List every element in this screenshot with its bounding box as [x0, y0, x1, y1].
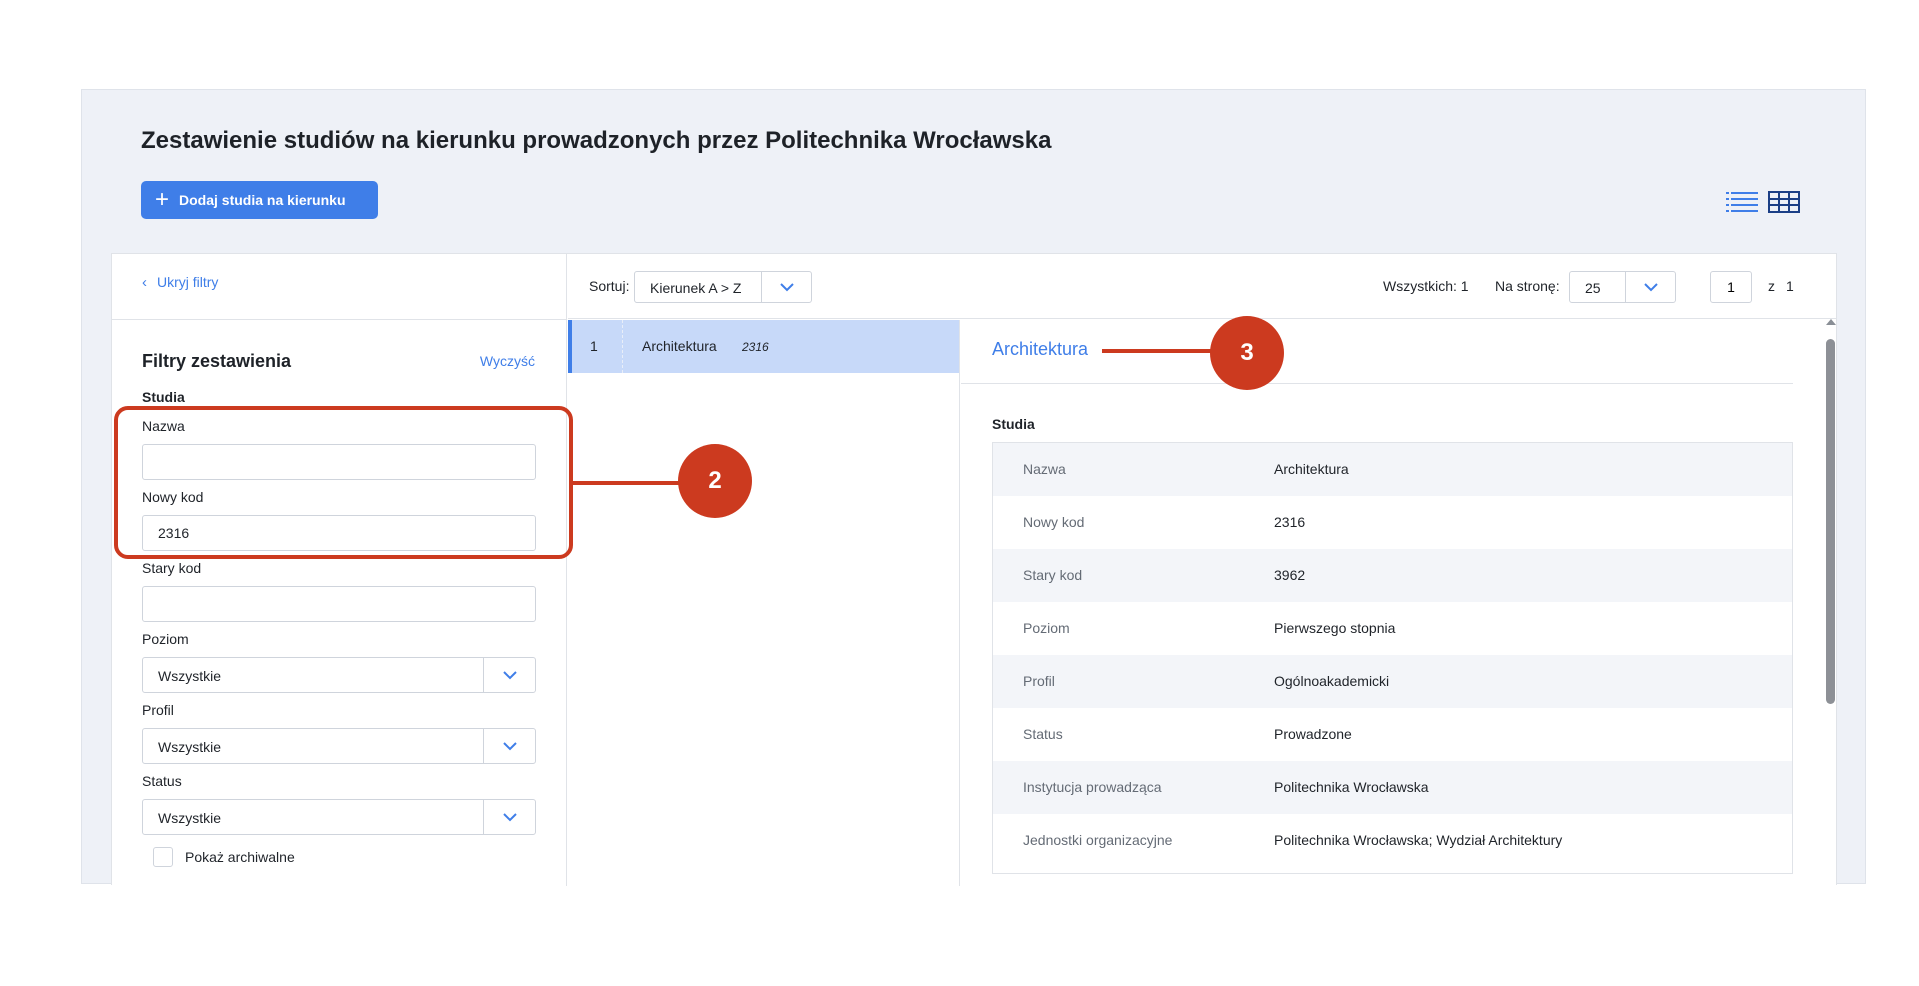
detail-scrollbar[interactable] — [1824, 319, 1838, 882]
filter-panel: ‹ Ukryj filtry Filtry zestawienia Wyczyś… — [112, 254, 567, 886]
profile-label: Profil — [142, 702, 174, 718]
profile-select[interactable]: Wszystkie — [142, 728, 536, 764]
detail-section-label: Studia — [992, 416, 1035, 432]
chevron-down-icon — [779, 283, 794, 292]
status-select-toggle[interactable] — [483, 800, 535, 834]
clear-filters-link[interactable]: Wyczyść — [480, 353, 535, 369]
show-archived-label: Pokaż archiwalne — [185, 849, 295, 865]
list-view-toggle[interactable] — [1725, 190, 1759, 214]
detail-value: 2316 — [1274, 514, 1306, 530]
checkbox-box[interactable] — [153, 847, 173, 867]
detail-row: Profil Ogólnoakademicki — [993, 655, 1792, 708]
detail-key: Status — [1023, 726, 1063, 742]
detail-key: Instytucja prowadząca — [1023, 779, 1162, 795]
detail-title: Architektura — [992, 339, 1089, 359]
level-select[interactable]: Wszystkie — [142, 657, 536, 693]
list-item-code: 2316 — [742, 340, 769, 354]
detail-row: Poziom Pierwszego stopnia — [993, 602, 1792, 655]
detail-key: Nazwa — [1023, 461, 1066, 477]
chevron-left-icon: ‹ — [142, 273, 147, 291]
detail-key: Profil — [1023, 673, 1055, 689]
status-select-value: Wszystkie — [158, 810, 221, 826]
page-number-input[interactable] — [1710, 271, 1752, 303]
detail-value: Politechnika Wrocławska — [1274, 779, 1429, 795]
detail-value: 3962 — [1274, 567, 1306, 583]
per-page-value: 25 — [1585, 280, 1601, 296]
callout-connector-3 — [1102, 349, 1214, 353]
list-view-icon — [1726, 192, 1758, 212]
page-of-label: z — [1768, 278, 1775, 294]
show-archived-checkbox[interactable]: Pokaż archiwalne — [153, 847, 295, 867]
detail-value: Pierwszego stopnia — [1274, 620, 1396, 636]
per-page-select[interactable]: 25 — [1569, 271, 1676, 303]
callout-connector-2 — [573, 481, 683, 485]
hide-filters-label: Ukryj filtry — [157, 274, 219, 290]
old-code-label: Stary kod — [142, 560, 202, 576]
chevron-down-icon — [502, 742, 517, 751]
page-total: 1 — [1786, 278, 1794, 294]
callout-highlight-box — [114, 406, 573, 559]
per-page-toggle[interactable] — [1625, 272, 1675, 302]
old-code-input[interactable] — [142, 586, 536, 622]
detail-key: Poziom — [1023, 620, 1070, 636]
scroll-up-arrow-icon[interactable] — [1826, 319, 1836, 325]
add-study-button-label: Dodaj studia na kierunku — [179, 192, 346, 208]
page-title: Zestawienie studiów na kierunku prowadzo… — [141, 127, 1052, 154]
filters-title: Filtry zestawienia — [142, 351, 292, 371]
list-item-name: Architektura — [642, 338, 717, 354]
main-panel: ‹ Ukryj filtry Filtry zestawienia Wyczyś… — [111, 253, 1837, 886]
table-view-icon — [1768, 191, 1800, 213]
detail-value: Architektura — [1274, 461, 1349, 477]
scrollbar-thumb[interactable] — [1826, 339, 1835, 704]
status-select[interactable]: Wszystkie — [142, 799, 536, 835]
add-study-button[interactable]: + Dodaj studia na kierunku — [141, 181, 378, 219]
list-item-number: 1 — [590, 338, 598, 354]
level-select-toggle[interactable] — [483, 658, 535, 692]
detail-row: Nazwa Architektura — [993, 443, 1792, 496]
detail-row: Jednostki organizacyjne Politechnika Wro… — [993, 814, 1792, 867]
detail-value: Politechnika Wrocławska; Wydział Archite… — [1274, 832, 1563, 848]
profile-select-value: Wszystkie — [158, 739, 221, 755]
detail-panel: Architektura Studia Nazwa Architektura N… — [961, 320, 1836, 886]
detail-table: Nazwa Architektura Nowy kod 2316 Stary k… — [992, 442, 1793, 874]
detail-key: Jednostki organizacyjne — [1023, 832, 1173, 848]
detail-row: Stary kod 3962 — [993, 549, 1792, 602]
detail-key: Nowy kod — [1023, 514, 1085, 530]
sort-label: Sortuj: — [589, 278, 630, 294]
profile-select-toggle[interactable] — [483, 729, 535, 763]
per-page-label: Na stronę: — [1495, 278, 1560, 294]
detail-row: Status Prowadzone — [993, 708, 1792, 761]
divider — [622, 320, 623, 373]
callout-badge-3: 3 — [1210, 316, 1284, 390]
detail-row: Nowy kod 2316 — [993, 496, 1792, 549]
list-item[interactable]: 1 Architektura 2316 — [568, 320, 959, 373]
chevron-down-icon — [502, 671, 517, 680]
divider — [112, 319, 566, 320]
results-toolbar: Sortuj: Kierunek A > Z Wszystkich: 1 Na … — [568, 254, 1836, 319]
plus-icon: + — [155, 186, 170, 213]
chevron-down-icon — [502, 813, 517, 822]
sort-select[interactable]: Kierunek A > Z — [634, 271, 812, 303]
callout-badge-2: 2 — [678, 444, 752, 518]
sort-select-value: Kierunek A > Z — [650, 280, 742, 296]
status-label: Status — [142, 773, 182, 789]
detail-value: Prowadzone — [1274, 726, 1352, 742]
table-view-toggle[interactable] — [1767, 190, 1801, 214]
total-count: Wszystkich: 1 — [1383, 278, 1469, 294]
divider — [961, 383, 1793, 384]
detail-key: Stary kod — [1023, 567, 1083, 583]
level-label: Poziom — [142, 631, 189, 647]
detail-value: Ogólnoakademicki — [1274, 673, 1390, 689]
results-list: 1 Architektura 2316 — [568, 320, 960, 886]
chevron-down-icon — [1643, 283, 1658, 292]
level-select-value: Wszystkie — [158, 668, 221, 684]
filters-section-label: Studia — [142, 389, 185, 405]
hide-filters-link[interactable]: ‹ Ukryj filtry — [142, 272, 218, 292]
sort-select-toggle[interactable] — [761, 272, 811, 302]
detail-row: Instytucja prowadząca Politechnika Wrocł… — [993, 761, 1792, 814]
